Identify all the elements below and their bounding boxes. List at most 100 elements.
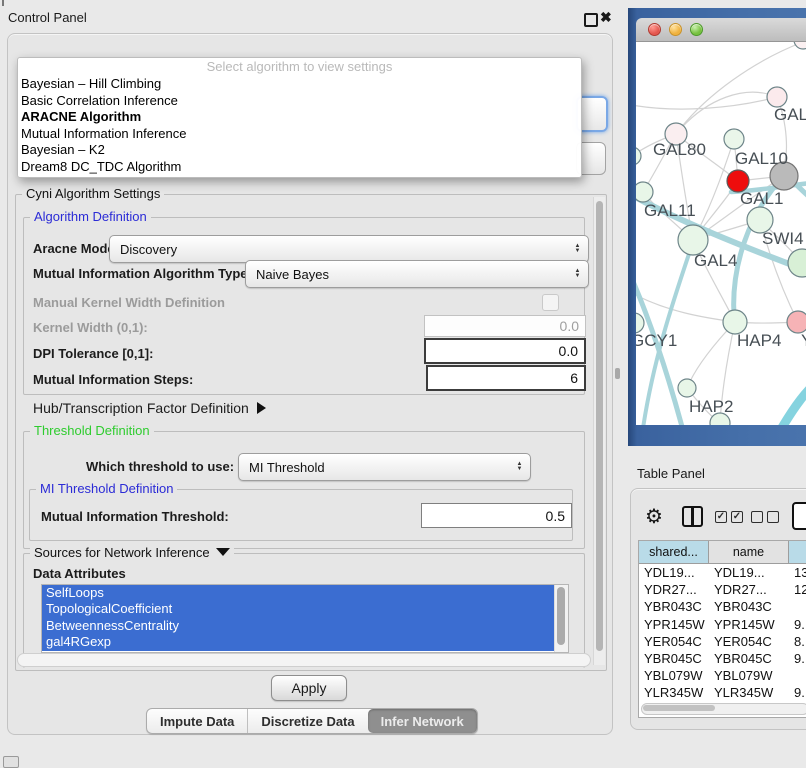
table-cell[interactable]: YDR27...	[709, 581, 789, 598]
table-cell[interactable]: 8.	[789, 633, 806, 650]
column-header-partial[interactable]	[789, 541, 806, 563]
apply-button[interactable]: Apply	[271, 675, 347, 701]
table-body[interactable]: YDL19...YDL19...13YDR27...YDR27...12YBR0…	[639, 564, 806, 704]
table-row[interactable]: YPR145WYPR145W9.	[639, 616, 806, 633]
deselect-all-checks-icon[interactable]	[751, 511, 779, 523]
aracne-mode-label: Aracne Mode:	[33, 241, 119, 256]
network-node-gal10[interactable]	[724, 129, 744, 149]
aracne-mode-combobox[interactable]: Discovery ▲▼	[109, 235, 589, 263]
close-icon[interactable]: ✖	[600, 9, 612, 26]
table-cell[interactable]	[789, 598, 806, 615]
table-row[interactable]: YBR045CYBR045C9.	[639, 650, 806, 667]
table-row[interactable]: YDL19...YDL19...13	[639, 564, 806, 581]
restore-panel-mini-button[interactable]	[3, 756, 19, 768]
tab-impute-data[interactable]: Impute Data	[147, 709, 248, 733]
kernel-width-field[interactable]: 0.0	[424, 315, 586, 337]
tab-discretize-data[interactable]: Discretize Data	[248, 709, 367, 733]
mi-threshold-field[interactable]: 0.5	[421, 503, 572, 528]
network-window-titlebar[interactable]	[636, 18, 806, 42]
attribute-item[interactable]: gal4RGexp	[42, 634, 554, 650]
table-horizontal-scrollbar[interactable]	[641, 703, 806, 715]
network-node-gal11[interactable]	[636, 182, 653, 202]
split-columns-icon[interactable]	[682, 506, 703, 527]
mi-threshold-label: Mutual Information Threshold:	[41, 509, 229, 524]
table-cell[interactable]	[789, 667, 806, 684]
settings-vertical-scrollbar[interactable]	[593, 197, 605, 665]
dpi-tolerance-field[interactable]: 0.0	[424, 338, 586, 364]
table-cell[interactable]: 9.	[789, 684, 806, 701]
table-cell[interactable]: YDL19...	[709, 564, 789, 581]
which-threshold-combobox[interactable]: MI Threshold ▲▼	[238, 453, 531, 481]
attribute-item[interactable]: TopologicalCoefficient	[42, 601, 554, 617]
table-cell[interactable]: 9.	[789, 650, 806, 667]
algorithm-option[interactable]: Dream8 DC_TDC Algorithm	[18, 159, 581, 176]
close-traffic-light-icon[interactable]	[648, 23, 661, 36]
table-cell[interactable]: YDL19...	[639, 564, 709, 581]
node-label: GAL80	[653, 140, 706, 159]
column-header-shared-name[interactable]: shared...	[639, 541, 709, 563]
table-row[interactable]: YBL079WYBL079W	[639, 667, 806, 684]
manual-kernel-checkbox[interactable]	[542, 294, 559, 311]
network-node[interactable]	[636, 147, 641, 165]
network-node-hap2[interactable]	[678, 379, 696, 397]
network-graph: GAL GAL80 GAL10 GAL1 GAL11 SWI4 GAL4 GCY…	[636, 42, 806, 425]
stepper-icon: ▲▼	[570, 244, 585, 254]
table-cell[interactable]: 12	[789, 581, 806, 598]
table-cell[interactable]: YPR145W	[639, 616, 709, 633]
table-cell[interactable]: YDR27...	[639, 581, 709, 598]
scrollbar-thumb[interactable]	[557, 587, 565, 645]
sources-toggle[interactable]: Sources for Network Inference	[30, 545, 234, 560]
network-node-pink[interactable]	[787, 311, 806, 333]
table-cell[interactable]: YPR145W	[709, 616, 789, 633]
table-cell[interactable]: YBR045C	[639, 650, 709, 667]
select-all-checks-icon[interactable]: ✓✓	[715, 511, 743, 523]
new-table-icon[interactable]	[792, 502, 806, 530]
algorithm-option[interactable]: Mutual Information Inference	[18, 126, 581, 143]
tab-infer-network[interactable]: Infer Network	[368, 709, 477, 733]
table-cell[interactable]: YER054C	[709, 633, 789, 650]
algorithm-option[interactable]: Bayesian – Hill Climbing	[18, 76, 581, 93]
hub-section-toggle[interactable]: Hub/Transcription Factor Definition	[33, 400, 266, 416]
network-view[interactable]: GAL GAL80 GAL10 GAL1 GAL11 SWI4 GAL4 GCY…	[636, 42, 806, 425]
algorithm-option[interactable]: Bayesian – K2	[18, 142, 581, 159]
algorithm-option[interactable]: ARACNE Algorithm	[18, 109, 581, 126]
table-cell[interactable]: YBR043C	[639, 598, 709, 615]
network-node-swi4[interactable]	[788, 249, 806, 277]
dpi-tolerance-label: DPI Tolerance [0,1]:	[33, 346, 153, 361]
attribute-item[interactable]: BetweennessCentrality	[42, 618, 554, 634]
mi-steps-field[interactable]: 6	[426, 365, 586, 391]
settings-horizontal-scrollbar[interactable]	[17, 653, 591, 667]
table-cell[interactable]: YBR043C	[709, 598, 789, 615]
table-row[interactable]: YBR043CYBR043C	[639, 598, 806, 615]
group-title: Cyni Algorithm Settings	[22, 186, 164, 201]
float-window-icon[interactable]	[584, 13, 598, 27]
table-cell[interactable]: YBL079W	[639, 667, 709, 684]
gear-icon[interactable]: ⚙	[645, 504, 663, 529]
mi-algorithm-type-combobox[interactable]: Naive Bayes ▲▼	[245, 260, 589, 288]
table-cell[interactable]: 13	[789, 564, 806, 581]
column-header-name[interactable]: name	[709, 541, 789, 563]
network-node[interactable]	[794, 42, 806, 49]
scrollbar-thumb[interactable]	[643, 705, 715, 711]
zoom-traffic-light-icon[interactable]	[690, 23, 703, 36]
algorithm-option[interactable]: Basic Correlation Inference	[18, 93, 581, 110]
table-panel-title: Table Panel	[637, 466, 705, 481]
table-cell[interactable]: YBR045C	[709, 650, 789, 667]
minimize-traffic-light-icon[interactable]	[669, 23, 682, 36]
table-row[interactable]: YER054CYER054C8.	[639, 633, 806, 650]
network-node[interactable]	[767, 87, 787, 107]
node-label: Y	[801, 331, 806, 350]
list-scrollbar[interactable]	[554, 585, 568, 652]
scrollbar-thumb[interactable]	[596, 201, 603, 651]
table-row[interactable]: YLR345WYLR345W9.	[639, 684, 806, 701]
table-cell[interactable]: YBL079W	[709, 667, 789, 684]
table-cell[interactable]: YLR345W	[709, 684, 789, 701]
table-cell[interactable]: 9.	[789, 616, 806, 633]
network-node-gcy1[interactable]	[636, 313, 644, 333]
attribute-item[interactable]: SelfLoops	[42, 585, 554, 601]
table-cell[interactable]: YLR345W	[639, 684, 709, 701]
splitter-handle[interactable]	[615, 368, 620, 379]
table-cell[interactable]: YER054C	[639, 633, 709, 650]
data-attributes-list[interactable]: SelfLoopsTopologicalCoefficientBetweenne…	[41, 584, 569, 653]
table-row[interactable]: YDR27...YDR27...12	[639, 581, 806, 598]
